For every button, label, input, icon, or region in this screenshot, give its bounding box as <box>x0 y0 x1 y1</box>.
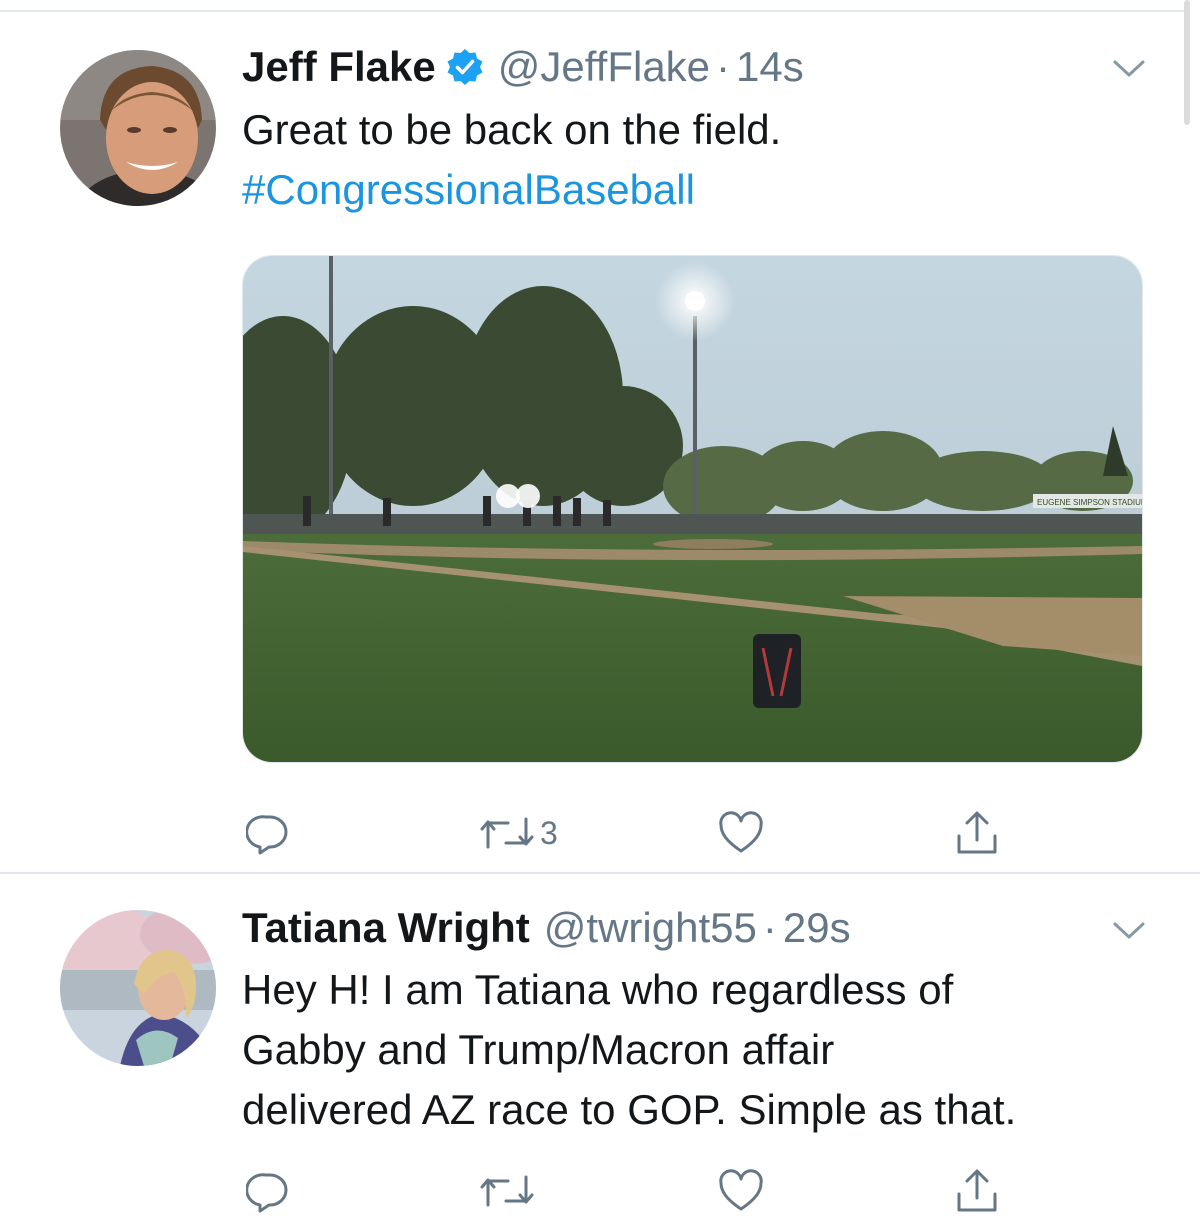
like-icon <box>718 1169 764 1213</box>
timestamp[interactable]: 29s <box>783 903 851 953</box>
chevron-down-icon[interactable] <box>1112 920 1146 942</box>
like-button[interactable] <box>718 1166 764 1216</box>
retweet-button[interactable] <box>478 1166 536 1216</box>
tweet-tatiana-wright[interactable]: Tatiana Wright @twright55 · 29s Hey H! I… <box>0 0 1200 1213</box>
retweet-icon <box>478 1169 536 1213</box>
tweet-text-line: Gabby and Trump/Macron affair <box>242 1026 835 1073</box>
tweet-text-line: Hey H! I am Tatiana who regardless of <box>242 966 954 1013</box>
tweet-text-line: delivered AZ race to GOP. Simple as that… <box>242 1086 1017 1133</box>
share-button[interactable] <box>954 1166 1000 1216</box>
share-icon <box>954 1168 1000 1214</box>
tweet-text: Hey H! I am Tatiana who regardless of Ga… <box>242 960 1162 1140</box>
reply-icon <box>246 1169 290 1213</box>
display-name[interactable]: Tatiana Wright <box>242 903 530 953</box>
reply-button[interactable] <box>246 1166 290 1216</box>
tweet-header: Tatiana Wright @twright55 · 29s <box>242 903 851 953</box>
avatar[interactable] <box>60 910 216 1066</box>
user-handle[interactable]: @twright55 <box>544 903 757 953</box>
tweet-actions <box>242 1166 1062 1216</box>
separator-dot: · <box>762 904 777 951</box>
